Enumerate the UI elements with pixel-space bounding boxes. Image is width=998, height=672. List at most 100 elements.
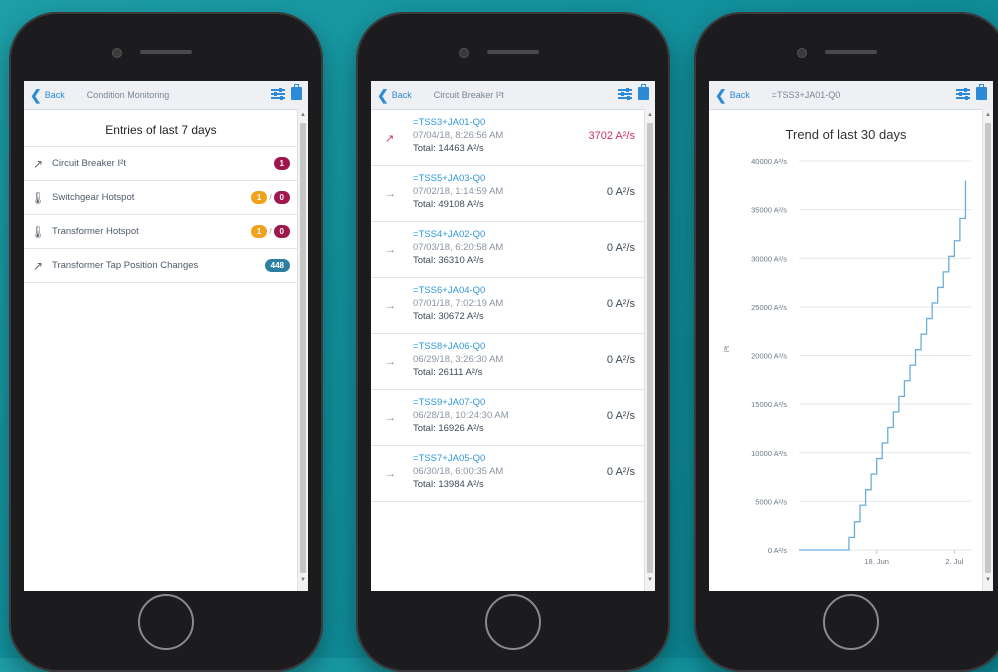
y-tick-label: 0 A²/s — [768, 546, 787, 555]
y-tick-label: 5000 A²/s — [755, 497, 787, 506]
y-tick-label: 15000 A²/s — [751, 400, 787, 409]
x-tick-label: 2. Jul — [945, 557, 963, 566]
scroll-up-icon[interactable]: ▲ — [300, 112, 306, 118]
scroll-thumb[interactable] — [647, 123, 653, 573]
entry-value: 0 A²/s — [606, 242, 635, 254]
shopping-bag-icon[interactable] — [638, 84, 649, 100]
entry-total: Total: 30672 A²/s — [413, 311, 484, 322]
trend-screen: ❮ Back =TSS3+JA01-Q0 Trend of last 30 da… — [709, 81, 993, 591]
warning-badge: 1 — [250, 191, 268, 204]
back-label: Back — [729, 90, 750, 100]
chevron-left-icon: ❮ — [715, 87, 727, 103]
scroll-down-icon[interactable]: ▼ — [647, 577, 653, 583]
breaker-entry[interactable]: → =TSS8+JA06-Q0 06/29/18, 3:26:30 AM Total:… — [371, 334, 645, 390]
entry-date: 07/02/18, 1:14:59 AM — [413, 186, 504, 197]
y-tick-label: 35000 A²/s — [751, 206, 787, 215]
back-label: Back — [391, 90, 412, 100]
y-tick-label: 20000 A²/s — [751, 352, 787, 361]
filter-icon[interactable] — [618, 88, 632, 100]
breaker-entry[interactable]: → =TSS9+JA07-Q0 06/28/18, 10:24:30 AM Total… — [371, 390, 645, 446]
breaker-entry[interactable]: → =TSS4+JA02-Q0 07/03/18, 6:20:58 AM Total:… — [371, 222, 645, 278]
home-button[interactable] — [485, 594, 541, 650]
speaker — [487, 50, 539, 54]
scroll-up-icon[interactable]: ▲ — [647, 112, 653, 118]
chevron-left-icon: ❮ — [30, 87, 42, 103]
alarm-badge: 0 — [273, 191, 290, 204]
arrow-right-icon: → — [385, 300, 396, 312]
entry-date: 07/03/18, 6:20:58 AM — [413, 242, 504, 253]
trend-up-icon: ↗ — [32, 156, 44, 171]
scroll-thumb[interactable] — [985, 123, 991, 573]
item-label: Circuit Breaker I²t — [52, 158, 126, 169]
scrollbar[interactable]: ▲ ▼ — [982, 109, 993, 591]
list-item-circuit-breaker[interactable]: ↗ Circuit Breaker I²t 1 — [24, 147, 298, 181]
filter-icon[interactable] — [956, 88, 970, 100]
nav-title: Condition Monitoring — [86, 90, 170, 100]
thermometer-icon: 🌡 — [30, 224, 46, 239]
breaker-name: =TSS7+JA05-Q0 — [413, 453, 486, 464]
entry-total: Total: 49108 A²/s — [413, 199, 484, 210]
navbar: ❮ Back Condition Monitoring — [24, 81, 308, 110]
scroll-down-icon[interactable]: ▼ — [300, 577, 306, 583]
chevron-left-icon: ❮ — [377, 87, 389, 103]
entry-value: 0 A²/s — [606, 298, 635, 310]
entry-date: 07/01/18, 7:02:19 AM — [413, 298, 504, 309]
breaker-name: =TSS9+JA07-Q0 — [413, 397, 486, 408]
list-item-switchgear-hotspot[interactable]: 🌡 Switchgear Hotspot 1 / 0 — [24, 181, 298, 215]
speaker — [825, 50, 877, 54]
entry-value: 0 A²/s — [606, 354, 635, 366]
alarm-badge: 0 — [273, 225, 290, 238]
front-camera — [112, 48, 122, 58]
home-button[interactable] — [823, 594, 879, 650]
circuit-breaker-screen: ❮ Back Circuit Breaker I²t ↗ =TSS3+JA01-Q… — [371, 81, 655, 591]
item-label: Transformer Tap Position Changes — [52, 260, 199, 271]
entry-total: Total: 14463 A²/s — [413, 143, 484, 154]
breaker-entry[interactable]: ↗ =TSS3+JA01-Q0 07/04/18, 8:26:56 AM Total:… — [371, 110, 645, 166]
badge-separator: / — [269, 193, 272, 202]
scroll-thumb[interactable] — [300, 123, 306, 573]
phone-1: ❮ Back Condition Monitoring Entries of l… — [9, 12, 323, 672]
entry-total: Total: 26111 A²/s — [413, 367, 483, 378]
badge-separator: / — [269, 227, 272, 236]
trend-chart: 0 A²/s 5000 A²/s 10000 A²/s 15000 A²/s 20000… — [724, 157, 971, 566]
shopping-bag-icon[interactable] — [291, 84, 302, 100]
filter-icon[interactable] — [271, 88, 285, 100]
breaker-entry[interactable]: → =TSS7+JA05-Q0 06/30/18, 6:00:35 AM Total:… — [371, 446, 645, 502]
entry-date: 06/29/18, 3:26:30 AM — [413, 354, 504, 365]
breaker-name: =TSS4+JA02-Q0 — [413, 229, 486, 240]
x-tick-label: 18. Jun — [864, 557, 889, 566]
nav-title: =TSS3+JA01-Q0 — [771, 90, 841, 100]
breaker-list: ↗ =TSS3+JA01-Q0 07/04/18, 8:26:56 AM Total:… — [371, 110, 655, 502]
entry-total: Total: 16926 A²/s — [413, 423, 484, 434]
entry-date: 07/04/18, 8:26:56 AM — [413, 130, 504, 141]
breaker-entry[interactable]: → =TSS5+JA03-Q0 07/02/18, 1:14:59 AM Total:… — [371, 166, 645, 222]
item-label: Transformer Hotspot — [52, 226, 139, 237]
entry-value: 0 A²/s — [606, 466, 635, 478]
entry-value: 3702 A²/s — [588, 130, 635, 142]
list-item-tap-position[interactable]: ↗ Transformer Tap Position Changes 448 — [24, 249, 298, 283]
chart-area: Trend of last 30 days 0 A²/s 5000 A²/s 100… — [709, 109, 983, 591]
count-badge: 1 — [273, 157, 290, 170]
breaker-entry[interactable]: → =TSS6+JA04-Q0 07/01/18, 7:02:19 AM Total:… — [371, 278, 645, 334]
y-tick-label: 10000 A²/s — [751, 449, 787, 458]
scrollbar[interactable]: ▲ ▼ — [644, 109, 655, 591]
shopping-bag-icon[interactable] — [976, 84, 987, 100]
nav-title: Circuit Breaker I²t — [433, 90, 504, 100]
trend-up-icon: ↗ — [385, 133, 395, 145]
count-badge: 448 — [264, 259, 290, 272]
scrollbar[interactable]: ▲ ▼ — [297, 109, 308, 591]
thermometer-icon: 🌡 — [30, 190, 46, 205]
navbar: ❮ Back =TSS3+JA01-Q0 — [709, 81, 993, 110]
trend-up-icon: ↗ — [32, 258, 44, 273]
phone-2: ❮ Back Circuit Breaker I²t ↗ =TSS3+JA01-Q… — [356, 12, 670, 672]
list-item-transformer-hotspot[interactable]: 🌡 Transformer Hotspot 1 / 0 — [24, 215, 298, 249]
back-button[interactable]: ❮ Back — [715, 88, 750, 102]
back-button[interactable]: ❮ Back — [30, 88, 65, 102]
scroll-up-icon[interactable]: ▲ — [985, 112, 991, 118]
back-button[interactable]: ❮ Back — [377, 88, 412, 102]
arrow-right-icon: → — [385, 468, 396, 480]
back-label: Back — [44, 90, 65, 100]
scroll-down-icon[interactable]: ▼ — [985, 577, 991, 583]
home-button[interactable] — [138, 594, 194, 650]
breaker-name: =TSS8+JA06-Q0 — [413, 341, 486, 352]
